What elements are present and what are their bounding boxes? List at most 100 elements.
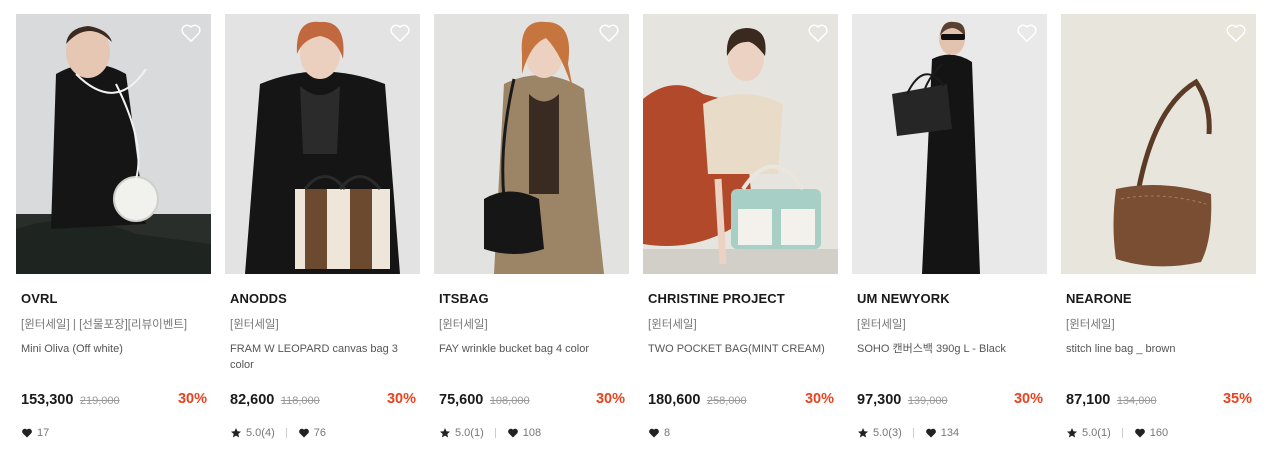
- promo-tags: [윈터세일] | [선물포장][리뷰이벤트]: [21, 319, 188, 331]
- original-price: 139,000: [907, 395, 948, 407]
- product-meta: 5.0(4) 76: [230, 426, 326, 440]
- likes-count: 160: [1149, 427, 1169, 439]
- heart-icon: [298, 428, 309, 438]
- discount-rate: 30%: [177, 391, 207, 407]
- sale-price: 180,600: [648, 392, 701, 408]
- sale-price: 153,300: [21, 392, 74, 408]
- product-meta: 17: [21, 426, 49, 440]
- sale-price: 75,600: [439, 392, 484, 408]
- product-name[interactable]: TWO POCKET BAG(MINT CREAM): [648, 341, 833, 357]
- sale-price: 82,600: [230, 392, 275, 408]
- likes: 17: [21, 427, 49, 439]
- product-photo: [643, 14, 838, 274]
- promo-tags: [윈터세일]: [648, 319, 697, 331]
- product-meta: 5.0(3) 134: [857, 426, 959, 440]
- wishlist-heart-icon[interactable]: [389, 23, 411, 43]
- rating: 5.0(1): [1066, 427, 1111, 439]
- heart-icon: [507, 428, 518, 438]
- product-image[interactable]: [852, 14, 1047, 274]
- product-photo: [225, 14, 420, 274]
- product-image[interactable]: [643, 14, 838, 274]
- meta-divider: [912, 428, 914, 438]
- heart-icon: [22, 428, 32, 438]
- promo-tags: [윈터세일]: [1066, 319, 1115, 331]
- product-image[interactable]: [1061, 14, 1256, 274]
- product-name[interactable]: stitch line bag _ brown: [1066, 341, 1251, 357]
- rating: 5.0(3): [857, 427, 902, 439]
- likes: 160: [1134, 427, 1168, 439]
- meta-divider: [285, 428, 287, 438]
- product-photo: [16, 14, 211, 274]
- discount-rate: 30%: [804, 391, 834, 407]
- product-name[interactable]: Mini Oliva (Off white): [21, 341, 206, 357]
- product-photo: [434, 14, 629, 274]
- star-icon: [858, 428, 868, 438]
- price-row: 153,300 219,000 30%: [21, 391, 207, 411]
- product-image[interactable]: [225, 14, 420, 274]
- sale-price: 97,300: [857, 392, 902, 408]
- original-price: 219,000: [79, 395, 120, 407]
- brand-name[interactable]: NEARONE: [1066, 291, 1132, 306]
- price-row: 97,300 139,000 30%: [857, 391, 1043, 411]
- meta-divider: [1121, 428, 1123, 438]
- brand-name[interactable]: UM NEWYORK: [857, 291, 950, 306]
- brand-name[interactable]: ANODDS: [230, 291, 287, 306]
- brand-name[interactable]: OVRL: [21, 291, 58, 306]
- meta-divider: [494, 428, 496, 438]
- likes: 108: [507, 427, 541, 439]
- wishlist-heart-icon[interactable]: [1016, 23, 1038, 43]
- original-price: 118,000: [280, 395, 320, 407]
- price-row: 82,600 118,000 30%: [230, 391, 416, 411]
- discount-rate: 30%: [1013, 391, 1043, 407]
- discount-rate: 35%: [1222, 391, 1252, 407]
- product-meta: 5.0(1) 160: [1066, 426, 1168, 440]
- star-icon: [231, 428, 241, 438]
- product-card[interactable]: UM NEWYORK [윈터세일] SOHO 캔버스백 390g L - Bla…: [852, 14, 1047, 454]
- heart-icon: [1134, 428, 1145, 438]
- star-icon: [440, 428, 450, 438]
- likes-count: 134: [940, 427, 960, 439]
- product-card[interactable]: NEARONE [윈터세일] stitch line bag _ brown 8…: [1061, 14, 1256, 454]
- product-meta: 8: [648, 426, 670, 440]
- heart-icon: [925, 428, 936, 438]
- price-row: 75,600 108,000 30%: [439, 391, 625, 411]
- product-image[interactable]: [16, 14, 211, 274]
- likes: 134: [925, 427, 959, 439]
- likes: 76: [298, 427, 326, 439]
- heart-icon: [649, 428, 659, 438]
- wishlist-heart-icon[interactable]: [807, 23, 829, 43]
- original-price: 134,000: [1116, 395, 1157, 407]
- product-card[interactable]: ANODDS [윈터세일] FRAM W LEOPARD canvas bag …: [225, 14, 420, 454]
- product-card[interactable]: ITSBAG [윈터세일] FAY wrinkle bucket bag 4 c…: [434, 14, 629, 454]
- product-photo: [1061, 14, 1256, 274]
- likes-count: 17: [37, 427, 50, 439]
- product-image[interactable]: [434, 14, 629, 274]
- rating-value: 5.0(1): [1082, 427, 1111, 439]
- rating-value: 5.0(3): [873, 427, 902, 439]
- rating: 5.0(4): [230, 427, 275, 439]
- product-name[interactable]: FAY wrinkle bucket bag 4 color: [439, 341, 624, 357]
- wishlist-heart-icon[interactable]: [180, 23, 202, 43]
- promo-tags: [윈터세일]: [230, 319, 279, 331]
- original-price: 258,000: [706, 395, 747, 407]
- product-name[interactable]: SOHO 캔버스백 390g L - Black: [857, 341, 1042, 357]
- star-icon: [1067, 428, 1077, 438]
- product-meta: 5.0(1) 108: [439, 426, 541, 440]
- rating: 5.0(1): [439, 427, 484, 439]
- brand-name[interactable]: CHRISTINE PROJECT: [648, 291, 785, 306]
- brand-name[interactable]: ITSBAG: [439, 291, 489, 306]
- likes-count: 108: [522, 427, 542, 439]
- price-row: 87,100 134,000 35%: [1066, 391, 1252, 411]
- product-photo: [852, 14, 1047, 274]
- promo-tags: [윈터세일]: [439, 319, 488, 331]
- product-card[interactable]: OVRL [윈터세일] | [선물포장][리뷰이벤트] Mini Oliva (…: [16, 14, 211, 454]
- likes-count: 8: [664, 427, 671, 439]
- discount-rate: 30%: [386, 391, 416, 407]
- discount-rate: 30%: [595, 391, 625, 407]
- product-name[interactable]: FRAM W LEOPARD canvas bag 3 color: [230, 341, 415, 373]
- product-card[interactable]: CHRISTINE PROJECT [윈터세일] TWO POCKET BAG(…: [643, 14, 838, 454]
- wishlist-heart-icon[interactable]: [598, 23, 620, 43]
- sale-price: 87,100: [1066, 392, 1111, 408]
- wishlist-heart-icon[interactable]: [1225, 23, 1247, 43]
- price-row: 180,600 258,000 30%: [648, 391, 834, 411]
